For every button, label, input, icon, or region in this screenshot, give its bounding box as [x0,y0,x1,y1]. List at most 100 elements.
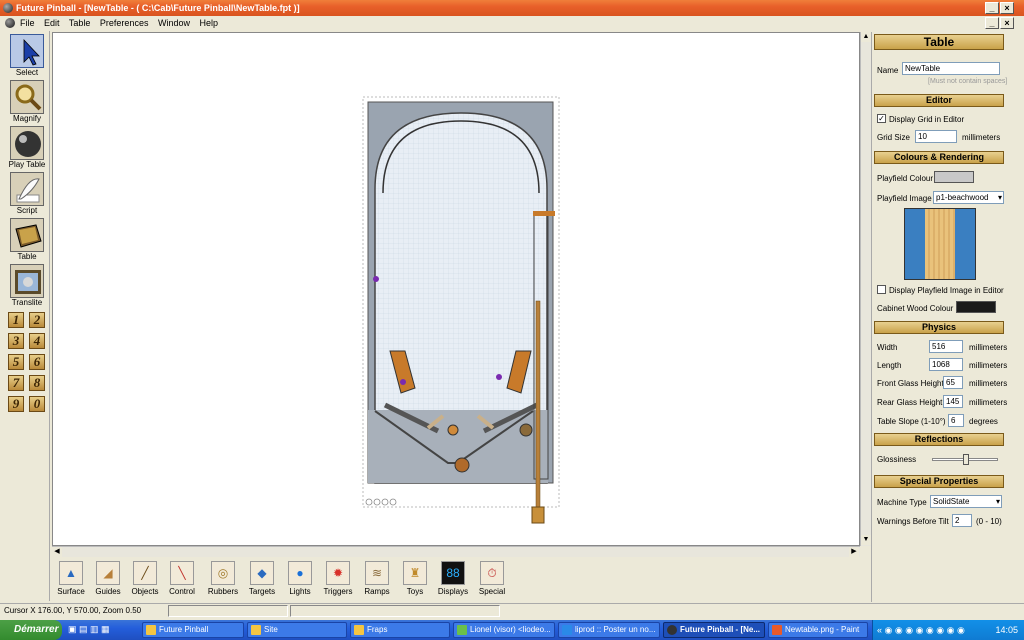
grid-size-input[interactable]: 10 [915,130,957,143]
minimize-button[interactable]: _ [985,2,999,14]
rear-glass-label: Rear Glass Height [877,398,943,407]
object-triggers[interactable]: ✹ Triggers [319,561,357,596]
pinball-table-drawing[interactable] [53,33,861,547]
name-label: Name [877,66,899,75]
cabinet-wood-swatch[interactable] [956,301,996,313]
start-button[interactable]: Démarrer [0,620,62,640]
object-guides[interactable]: ◢ Guides [89,561,127,596]
menu-edit[interactable]: Edit [44,18,60,28]
number-6-button[interactable]: 6 [29,354,45,370]
grid-size-unit: millimeters [962,133,1001,142]
machine-type-label: Machine Type [877,498,927,507]
task-future-pinball-active[interactable]: Future Pinball - [Ne... [663,622,765,638]
menu-preferences[interactable]: Preferences [100,18,149,28]
objects-icon: ╱ [133,561,157,585]
task-site[interactable]: Site [247,622,347,638]
task-liprod[interactable]: liprod :: Poster un no... [558,622,660,638]
slider-thumb[interactable] [963,454,969,465]
glossiness-slider[interactable] [932,454,998,465]
scroll-left-icon[interactable]: ◀ [52,547,62,557]
tray-icons[interactable]: « ◉ ◉ ◉ ◉ ◉ ◉ ◉ ◉ [877,620,965,640]
scroll-up-icon[interactable]: ▲ [861,32,871,42]
menu-bar: File Edit Table Preferences Window Help … [0,16,1024,30]
status-bar: Cursor X 176.00, Y 570.00, Zoom 0.50 [0,603,1024,617]
warnings-input[interactable]: 2 [952,514,972,527]
scroll-down-icon[interactable]: ▼ [861,535,871,545]
document-icon[interactable] [5,18,15,28]
number-4-button[interactable]: 4 [29,333,45,349]
quick-launch-icons[interactable]: ▣ ▤ ▥ ▦ [68,624,128,636]
width-input[interactable]: 516 [929,340,963,353]
object-control[interactable]: ╲ Control [163,561,201,596]
number-0-button[interactable]: 0 [29,396,45,412]
object-lights[interactable]: ● Lights [281,561,319,596]
paint-icon [772,625,782,635]
warnings-label: Warnings Before Tilt [877,517,949,526]
tool-magnify[interactable]: Magnify [8,80,46,123]
colours-header: Colours & Rendering [874,151,1004,164]
number-5-button[interactable]: 5 [8,354,24,370]
lights-icon: ● [288,561,312,585]
object-rubbers[interactable]: ◎ Rubbers [204,561,242,596]
length-label: Length [877,361,902,370]
slope-input[interactable]: 6 [948,414,964,427]
object-ramps[interactable]: ≋ Ramps [358,561,396,596]
object-toolbar: ▲ Surface ◢ Guides ╱ Objects ╲ Control ◎ Rubb… [52,558,867,600]
name-input[interactable]: NewTable [902,62,1000,75]
displays-icon: 88 [441,561,465,585]
object-objects[interactable]: ╱ Objects [126,561,164,596]
tool-select[interactable]: Select [8,34,46,77]
front-glass-input[interactable]: 65 [943,376,963,389]
number-1-button[interactable]: 1 [8,312,24,328]
vertical-scrollbar[interactable]: ▲ ▼ [860,32,871,546]
app-icon [146,625,156,635]
tool-script[interactable]: Script [8,172,46,215]
object-special[interactable]: ⏱ Special [473,561,511,596]
menu-table[interactable]: Table [69,18,91,28]
number-3-button[interactable]: 3 [8,333,24,349]
front-glass-unit: millimeters [969,379,1008,388]
system-tray: « ◉ ◉ ◉ ◉ ◉ ◉ ◉ ◉ 14:05 [872,620,1024,640]
quill-icon [10,172,44,206]
machine-type-select[interactable]: SolidState ▾ [930,495,1002,508]
child-minimize-button[interactable]: _ [985,17,999,29]
number-2-button[interactable]: 2 [29,312,45,328]
menu-help[interactable]: Help [200,18,219,28]
task-paint[interactable]: Newtable.png - Paint [768,622,868,638]
rear-glass-input[interactable]: 145 [943,395,963,408]
number-7-button[interactable]: 7 [8,375,24,391]
number-9-button[interactable]: 9 [8,396,24,412]
close-button[interactable]: × [1000,2,1014,14]
object-displays[interactable]: 88 Displays [434,561,472,596]
playfield-colour-swatch[interactable] [934,171,974,183]
display-image-checkbox[interactable] [877,285,886,294]
object-surface[interactable]: ▲ Surface [52,561,90,596]
tool-play-table[interactable]: Play Table [8,126,46,169]
tool-translite[interactable]: Translite [8,264,46,307]
task-lionel[interactable]: Lionel (visor) <liodeo... [453,622,555,638]
rubbers-icon: ◎ [211,561,235,585]
object-targets[interactable]: ◆ Targets [243,561,281,596]
table-editor-canvas[interactable] [52,32,860,546]
scroll-right-icon[interactable]: ▶ [849,547,859,557]
number-8-button[interactable]: 8 [29,375,45,391]
guides-icon: ◢ [96,561,120,585]
toys-icon: ♜ [403,561,427,585]
playfield-image-select[interactable]: p1-beachwood ▾ [933,191,1004,204]
horizontal-scrollbar[interactable]: ◀ ▶ [52,546,860,557]
menu-file[interactable]: File [20,18,35,28]
length-input[interactable]: 1068 [929,358,963,371]
task-future-pinball[interactable]: Future Pinball [142,622,244,638]
rear-glass-unit: millimeters [969,398,1008,407]
ramps-icon: ≋ [365,561,389,585]
object-toys[interactable]: ♜ Toys [396,561,434,596]
playfield-colour-label: Playfield Colour [877,174,934,183]
menu-window[interactable]: Window [158,18,190,28]
task-fraps[interactable]: Fraps [350,622,450,638]
display-grid-checkbox[interactable]: ✓ [877,114,886,123]
slope-label: Table Slope (1-10°) [877,417,946,426]
display-grid-label: Display Grid in Editor [889,115,965,124]
child-close-button[interactable]: × [1000,17,1014,29]
pinball-icon [10,126,44,160]
tool-table[interactable]: Table [8,218,46,261]
